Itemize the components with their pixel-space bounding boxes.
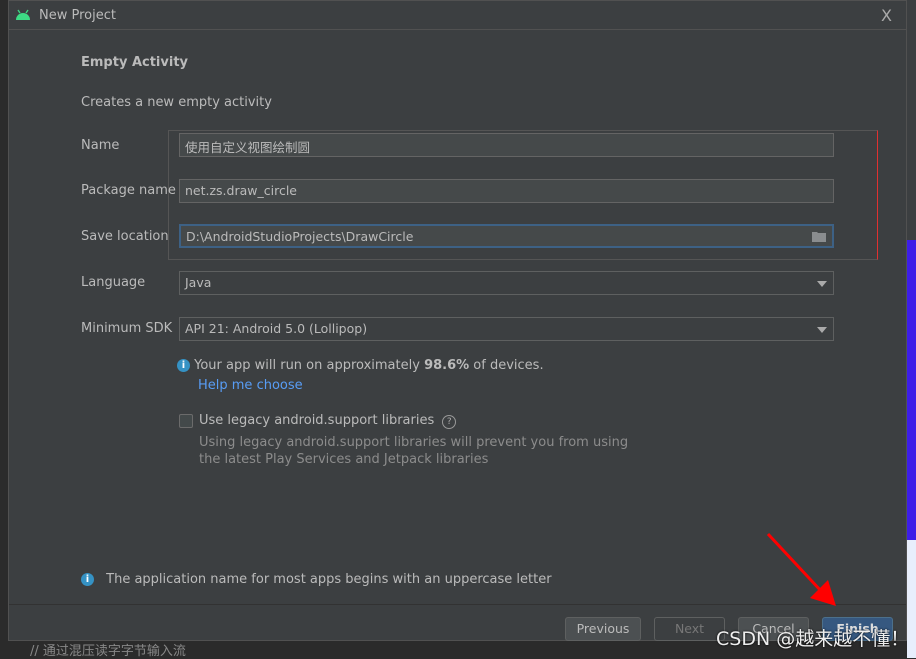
footer-info: i The application name for most apps beg… bbox=[81, 572, 552, 587]
chevron-down-icon bbox=[817, 281, 827, 287]
template-description: Creates a new empty activity bbox=[81, 95, 272, 110]
close-icon[interactable]: X bbox=[881, 6, 892, 25]
chevron-down-icon bbox=[817, 327, 827, 333]
legacy-label[interactable]: Use legacy android.support libraries bbox=[199, 413, 434, 428]
language-select[interactable]: Java bbox=[179, 271, 834, 295]
title-bar: New Project bbox=[9, 1, 906, 30]
package-input[interactable]: net.zs.draw_circle bbox=[179, 179, 834, 203]
name-input[interactable]: 使用自定义视图绘制圆 bbox=[179, 133, 834, 157]
help-icon[interactable]: ? bbox=[442, 415, 457, 429]
template-heading: Empty Activity bbox=[81, 55, 189, 70]
legacy-label-row: Use legacy android.support libraries? bbox=[199, 413, 457, 429]
min-sdk-value: API 21: Android 5.0 (Lollipop) bbox=[185, 321, 368, 336]
name-label: Name bbox=[81, 138, 120, 153]
min-sdk-select[interactable]: API 21: Android 5.0 (Lollipop) bbox=[179, 317, 834, 341]
help-me-choose-link[interactable]: Help me choose bbox=[198, 378, 303, 393]
info-icon: i bbox=[177, 359, 190, 372]
package-label: Package name bbox=[81, 183, 176, 198]
language-label: Language bbox=[81, 275, 146, 290]
background-window bbox=[907, 0, 916, 658]
sdk-info: i Your app will run on approximately 98.… bbox=[177, 358, 544, 373]
info-icon: i bbox=[81, 573, 94, 586]
folder-icon[interactable] bbox=[812, 231, 826, 242]
legacy-desc-2: the latest Play Services and Jetpack lib… bbox=[199, 452, 489, 467]
window-title: New Project bbox=[39, 7, 116, 23]
language-value: Java bbox=[185, 275, 212, 290]
legacy-desc-1: Using legacy android.support libraries w… bbox=[199, 435, 629, 450]
location-label: Save location bbox=[81, 229, 169, 244]
watermark: CSDN @越来越不懂！ bbox=[716, 628, 910, 650]
location-value: D:\AndroidStudioProjects\DrawCircle bbox=[186, 229, 414, 244]
legacy-checkbox[interactable] bbox=[179, 414, 193, 428]
next-button[interactable]: Next bbox=[654, 617, 725, 641]
min-sdk-label: Minimum SDK bbox=[81, 321, 173, 336]
android-icon bbox=[16, 9, 30, 20]
location-input[interactable]: D:\AndroidStudioProjects\DrawCircle bbox=[179, 224, 834, 248]
previous-button[interactable]: Previous bbox=[565, 617, 641, 641]
annotation-arrow bbox=[766, 532, 836, 606]
